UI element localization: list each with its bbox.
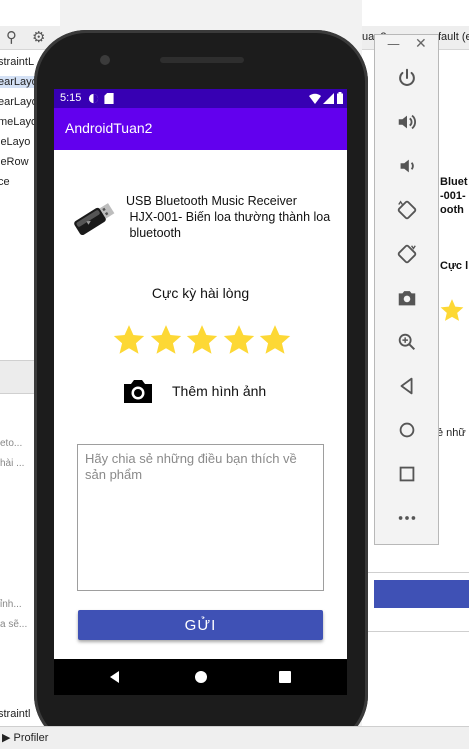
minimize-icon[interactable]: —: [387, 37, 400, 52]
tree-item[interactable]: leRow: [0, 156, 29, 168]
wifi-icon: [309, 93, 321, 104]
home-icon[interactable]: [192, 668, 210, 686]
ide-component-tree-label: straintl: [0, 708, 31, 720]
notification-icon: [88, 93, 99, 104]
preview-send-button: [374, 580, 469, 608]
rating-bar[interactable]: [112, 323, 292, 359]
rotate-left-button[interactable]: [375, 193, 438, 227]
gear-icon[interactable]: ⚙: [32, 28, 45, 46]
app-bar: AndroidTuan2: [54, 108, 347, 150]
preview-rating-text: Cực l: [440, 260, 469, 272]
search-icon[interactable]: ⚲: [6, 28, 17, 46]
layout-preview-frame: Bluet -001- ooth Cực l ẻ nhữ: [436, 165, 469, 439]
star-icon[interactable]: [185, 323, 219, 357]
review-input[interactable]: [85, 451, 316, 584]
profiler-tab-label: Profiler: [13, 732, 49, 744]
star-icon[interactable]: [258, 323, 292, 357]
preview-star-icon: [440, 299, 464, 321]
star-icon[interactable]: [112, 323, 146, 357]
preview-text: Bluet: [440, 176, 468, 188]
ide-faded-text: a sẽ...: [0, 619, 28, 630]
rotate-left-icon: [397, 200, 416, 220]
sd-card-icon: [104, 93, 114, 104]
ide-faded-text: eto...: [0, 438, 23, 449]
status-time: 5:15: [60, 92, 82, 104]
review-input-box[interactable]: [77, 444, 324, 591]
volume-down-button[interactable]: [375, 149, 438, 183]
more-button[interactable]: [375, 501, 438, 535]
tree-item[interactable]: straintL: [0, 56, 34, 68]
ide-bottom-bar: ▶ Profiler: [0, 726, 469, 749]
front-camera: [100, 55, 110, 65]
phone-screen: 5:15 AndroidTuan2 USB Bluetooth Music Re…: [54, 89, 347, 659]
overview-button[interactable]: [375, 457, 438, 491]
screenshot-button[interactable]: [375, 281, 438, 315]
preview-small-text: ẻ nhữ: [437, 427, 466, 439]
battery-icon: [337, 92, 343, 104]
profiler-tab[interactable]: ▶ Profiler: [2, 731, 48, 744]
close-icon[interactable]: ✕: [415, 36, 427, 52]
rotate-right-icon: [397, 244, 416, 264]
tree-item[interactable]: leLayo: [0, 136, 30, 148]
ide-faded-text: hài ...: [0, 458, 25, 469]
tree-item[interactable]: meLayo: [0, 116, 37, 128]
back-icon[interactable]: [106, 668, 124, 686]
speaker-grille: [160, 57, 244, 63]
add-photo-row[interactable]: Thêm hình ảnh: [122, 376, 322, 406]
home-button[interactable]: [375, 413, 438, 447]
zoom-button[interactable]: [375, 325, 438, 359]
volume-down-icon: [400, 159, 414, 173]
power-button[interactable]: [375, 61, 438, 95]
tree-item[interactable]: earLayo: [0, 96, 38, 108]
star-icon[interactable]: [222, 323, 256, 357]
back-button[interactable]: [375, 369, 438, 403]
preview-text: ooth: [440, 204, 464, 216]
product-name: USB Bluetooth Music Receiver HJX-001- Bi…: [126, 194, 331, 240]
add-photo-label: Thêm hình ảnh: [172, 383, 267, 399]
volume-up-button[interactable]: [375, 105, 438, 139]
star-icon[interactable]: [149, 323, 183, 357]
camera-icon: [398, 291, 415, 306]
rotate-right-button[interactable]: [375, 237, 438, 271]
more-icon: [398, 516, 415, 520]
rating-label: Cực kỳ hài lòng: [151, 285, 250, 301]
overview-icon[interactable]: [276, 668, 294, 686]
app-title: AndroidTuan2: [65, 120, 153, 136]
tree-item[interactable]: ce: [0, 176, 10, 188]
ide-faded-text: ỉnh...: [0, 599, 22, 610]
overview-icon: [399, 466, 414, 482]
emulator-toolbar: — ✕: [374, 34, 439, 545]
usb-receiver-image: [74, 203, 115, 236]
ide-theme-selector[interactable]: fault (e: [438, 31, 469, 43]
power-icon: [398, 68, 415, 86]
back-icon: [400, 377, 412, 395]
status-bar: 5:15: [54, 89, 347, 108]
volume-up-icon: [398, 114, 416, 130]
navigation-bar: [54, 659, 347, 695]
signal-icon: [323, 93, 334, 104]
zoom-icon: [398, 333, 415, 351]
home-icon: [399, 422, 414, 438]
camera-icon[interactable]: [122, 378, 154, 404]
send-button[interactable]: GỬI: [78, 610, 323, 640]
preview-text: -001-: [440, 190, 466, 202]
